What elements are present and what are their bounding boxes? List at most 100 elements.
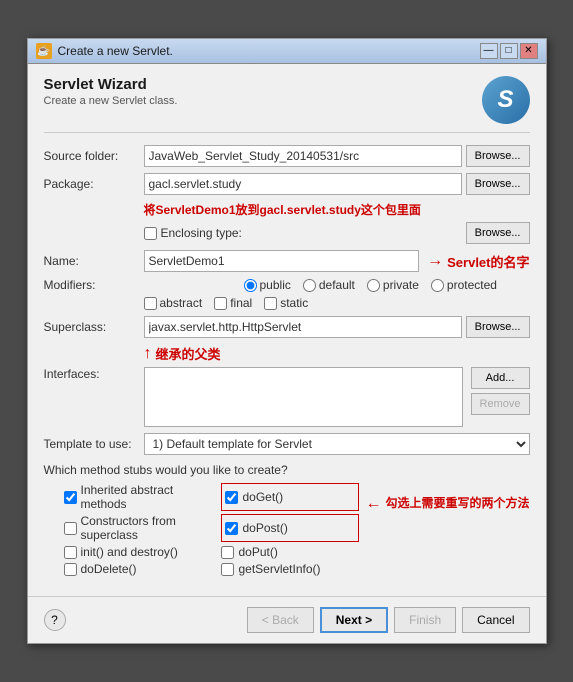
name-input[interactable] <box>144 250 420 272</box>
superclass-annotation-row: ↑ 继承的父类 <box>144 344 530 363</box>
modifier-final-label: final <box>230 296 252 310</box>
wizard-header-text: Servlet Wizard Create a new Servlet clas… <box>44 76 178 107</box>
stub-getservletinfo-checkbox[interactable] <box>221 563 234 576</box>
finish-button[interactable]: Finish <box>394 607 456 633</box>
enclosing-type-browse-button[interactable]: Browse... <box>466 222 530 244</box>
modifier-private[interactable]: private <box>367 278 419 292</box>
title-bar-left: ☕ Create a new Servlet. <box>36 43 173 59</box>
stub-init-destroy-label: init() and destroy() <box>81 545 178 559</box>
interfaces-add-button[interactable]: Add... <box>471 367 530 389</box>
title-bar: ☕ Create a new Servlet. — □ ✕ <box>28 39 546 64</box>
name-label: Name: <box>44 254 144 268</box>
next-button[interactable]: Next > <box>320 607 388 633</box>
back-button[interactable]: < Back <box>247 607 314 633</box>
modifier-abstract-checkbox[interactable] <box>144 297 157 310</box>
modifiers-row: Modifiers: public default private protec… <box>44 278 530 292</box>
wizard-title: Servlet Wizard <box>44 76 178 93</box>
stubs-annotation-block: ← 勾选上需要重写的两个方法 <box>365 495 529 513</box>
interfaces-row: Interfaces: Add... Remove <box>44 367 530 427</box>
modifier-abstract-label: abstract <box>160 296 203 310</box>
stub-doput[interactable]: doPut() <box>221 545 359 559</box>
modifier-public[interactable]: public <box>244 278 291 292</box>
superclass-input[interactable] <box>144 316 462 338</box>
package-annotation-row: 将ServletDemo1放到gacl.servlet.study这个包里面 <box>144 201 530 218</box>
stub-init-destroy-checkbox[interactable] <box>64 546 77 559</box>
stub-inherited-abstract-checkbox[interactable] <box>64 491 77 504</box>
stub-init-destroy[interactable]: init() and destroy() <box>64 545 202 559</box>
modifier-protected[interactable]: protected <box>431 278 497 292</box>
title-buttons: — □ ✕ <box>480 43 538 59</box>
enclosing-type-label[interactable]: Enclosing type: <box>144 226 242 240</box>
source-folder-input[interactable] <box>144 145 462 167</box>
enclosing-type-row: Enclosing type: Browse... <box>44 222 530 244</box>
stub-dopost-label: doPost() <box>242 521 287 535</box>
template-label: Template to use: <box>44 437 144 451</box>
modifier-private-radio[interactable] <box>367 279 380 292</box>
package-row: Package: Browse... <box>44 173 530 195</box>
footer-buttons: < Back Next > Finish Cancel <box>247 607 530 633</box>
modifier-final[interactable]: final <box>214 296 252 310</box>
stub-constructors-label: Constructors from superclass <box>81 514 202 542</box>
stub-doget-label: doGet() <box>242 490 283 504</box>
close-button[interactable]: ✕ <box>520 43 538 59</box>
cancel-button[interactable]: Cancel <box>462 607 529 633</box>
wizard-header: Servlet Wizard Create a new Servlet clas… <box>44 76 530 133</box>
stub-getservletinfo[interactable]: getServletInfo() <box>221 562 359 576</box>
stubs-content: Inherited abstract methods doGet() Const… <box>44 483 530 576</box>
minimize-button[interactable]: — <box>480 43 498 59</box>
package-label: Package: <box>44 177 144 191</box>
modifiers-label: Modifiers: <box>44 278 144 292</box>
dialog-title: Create a new Servlet. <box>58 44 173 58</box>
modifier-default-radio[interactable] <box>303 279 316 292</box>
source-folder-label: Source folder: <box>44 149 144 163</box>
interfaces-buttons: Add... Remove <box>467 367 530 415</box>
modifier-abstract[interactable]: abstract <box>144 296 203 310</box>
interfaces-remove-button[interactable]: Remove <box>471 393 530 415</box>
modifier-default[interactable]: default <box>303 278 355 292</box>
stubs-grid: Inherited abstract methods doGet() Const… <box>44 483 360 576</box>
wizard-subtitle: Create a new Servlet class. <box>44 95 178 107</box>
modifier-static-checkbox[interactable] <box>264 297 277 310</box>
superclass-row: Superclass: Browse... <box>44 316 530 338</box>
help-button[interactable]: ? <box>44 609 66 631</box>
modifiers-options: public default private protected <box>244 278 497 292</box>
package-input[interactable] <box>144 173 462 195</box>
modifier-default-label: default <box>319 278 355 292</box>
enclosing-type-checkbox[interactable] <box>144 227 157 240</box>
name-section: Name: → Servlet的名字 <box>44 250 530 272</box>
superclass-label: Superclass: <box>44 320 144 334</box>
source-folder-browse-button[interactable]: Browse... <box>466 145 530 167</box>
superclass-annotation-text: 继承的父类 <box>156 344 221 363</box>
superclass-section: Superclass: Browse... ↑ 继承的父类 <box>44 316 530 363</box>
stub-constructors-checkbox[interactable] <box>64 522 77 535</box>
modifier-static[interactable]: static <box>264 296 308 310</box>
stub-dodelete-label: doDelete() <box>81 562 137 576</box>
wizard-logo: S <box>482 76 530 124</box>
template-select[interactable]: 1) Default template for Servlet <box>144 433 530 455</box>
modifier-final-checkbox[interactable] <box>214 297 227 310</box>
dialog-content: Servlet Wizard Create a new Servlet clas… <box>28 64 546 596</box>
dialog-icon: ☕ <box>36 43 52 59</box>
stubs-section: Which method stubs would you like to cre… <box>44 463 530 576</box>
modifier-protected-radio[interactable] <box>431 279 444 292</box>
superclass-up-arrow-icon: ↑ <box>144 345 152 363</box>
stub-inherited-abstract[interactable]: Inherited abstract methods <box>64 483 202 511</box>
stub-dopost-checkbox[interactable] <box>225 522 238 535</box>
stub-doput-checkbox[interactable] <box>221 546 234 559</box>
stub-doget-checkbox[interactable] <box>225 491 238 504</box>
modifier-public-label: public <box>260 278 291 292</box>
modifier-private-label: private <box>383 278 419 292</box>
stubs-annotation-text: 勾选上需要重写的两个方法 <box>385 496 529 512</box>
package-browse-button[interactable]: Browse... <box>466 173 530 195</box>
modifier-public-radio[interactable] <box>244 279 257 292</box>
stub-dodelete[interactable]: doDelete() <box>64 562 202 576</box>
name-arrow-icon: → <box>427 252 443 270</box>
stub-dodelete-checkbox[interactable] <box>64 563 77 576</box>
stub-dopost[interactable]: doPost() <box>221 514 359 542</box>
stub-doget[interactable]: doGet() <box>221 483 359 511</box>
stub-constructors[interactable]: Constructors from superclass <box>64 514 202 542</box>
maximize-button[interactable]: □ <box>500 43 518 59</box>
superclass-browse-button[interactable]: Browse... <box>466 316 530 338</box>
enclosing-type-container: Enclosing type: <box>144 226 242 240</box>
stubs-arrow-icon: ← <box>365 495 381 513</box>
